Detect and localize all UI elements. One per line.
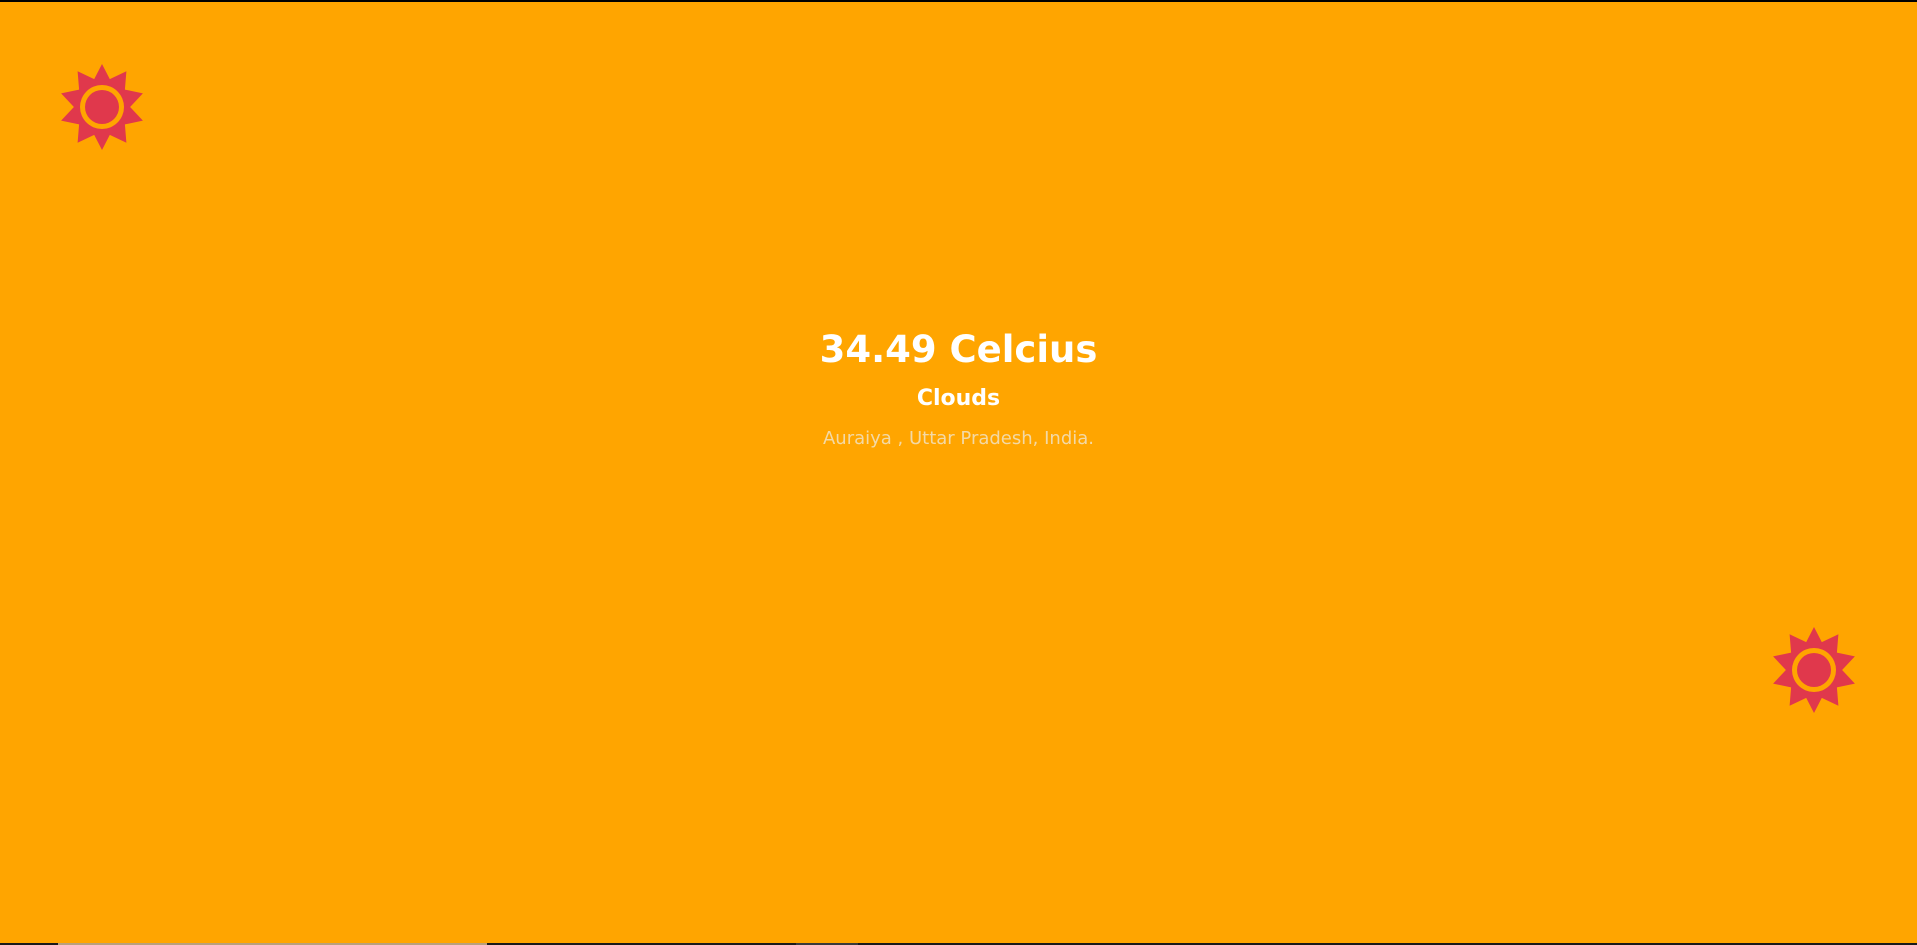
weather-page: 34.49 Celcius Clouds Auraiya , Uttar Pra… (0, 0, 1917, 945)
sun-icon (1769, 625, 1859, 715)
weather-panel: 34.49 Celcius Clouds Auraiya , Uttar Pra… (0, 2, 1917, 943)
location-text: Auraiya , Uttar Pradesh, India. (822, 428, 1095, 449)
weather-condition: Clouds (916, 386, 1001, 411)
sun-icon (57, 62, 147, 152)
temperature-reading: 34.49 Celcius (819, 328, 1098, 371)
